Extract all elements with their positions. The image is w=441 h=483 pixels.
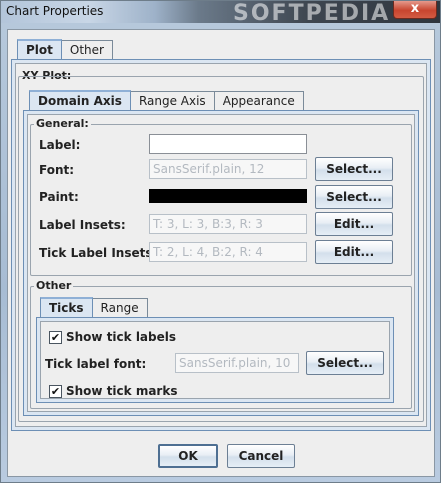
ok-button[interactable]: OK (158, 444, 218, 468)
font-label: Font: (39, 163, 75, 177)
window-title: Chart Properties (6, 4, 104, 18)
dialog-window: Chart Properties SOFTPEDIA x Plot Other … (0, 0, 441, 483)
other-legend: Other (34, 279, 74, 292)
axis-tab-row: Domain Axis Range Axis Appearance (29, 90, 304, 110)
ticks-panel-inner: ✔ Show tick labels Tick label font: Sans… (40, 321, 390, 399)
show-tick-marks-label: Show tick marks (66, 384, 178, 398)
tick-label-insets-field: T: 2, L: 4, B:2, R: 4 (149, 242, 307, 262)
tab-range-axis[interactable]: Range Axis (129, 91, 215, 110)
font-select-button[interactable]: Select... (315, 157, 393, 181)
domain-axis-panel-inner: General: Label: Font: SansSerif.plain, 1… (27, 114, 415, 412)
label-input[interactable] (149, 134, 307, 154)
top-tab-row: Plot Other (17, 39, 113, 59)
paint-swatch (149, 189, 307, 203)
tab-other[interactable]: Other (60, 40, 113, 59)
plot-tab-panel: XY Plot: Domain Axis Range Axis Appearan… (11, 59, 431, 431)
show-tick-labels-checkbox[interactable]: ✔ (49, 331, 62, 344)
font-field: SansSerif.plain, 12 (149, 159, 307, 179)
label-insets-edit-button[interactable]: Edit... (315, 212, 393, 236)
tick-label-font-select-button[interactable]: Select... (306, 351, 384, 375)
paint-label: Paint: (39, 190, 79, 204)
tab-appearance[interactable]: Appearance (213, 91, 304, 110)
general-legend: General: (34, 117, 91, 130)
label-label: Label: (39, 138, 81, 152)
close-button[interactable]: x (393, 1, 437, 19)
watermark: SOFTPEDIA (233, 1, 391, 26)
ticks-panel: ✔ Show tick labels Tick label font: Sans… (36, 317, 394, 403)
tab-plot[interactable]: Plot (17, 39, 62, 59)
cancel-button[interactable]: Cancel (227, 444, 295, 468)
tab-ticks[interactable]: Ticks (40, 297, 93, 317)
other-tab-row: Ticks Range (40, 297, 148, 317)
tick-label-font-field: SansSerif.plain, 10 (175, 353, 299, 373)
plot-panel-inner: XY Plot: Domain Axis Range Axis Appearan… (15, 63, 427, 427)
tab-domain-axis[interactable]: Domain Axis (29, 90, 131, 110)
label-insets-label: Label Insets: (39, 218, 126, 232)
paint-select-button[interactable]: Select... (315, 185, 393, 209)
tick-label-insets-label: Tick Label Insets: (39, 246, 158, 260)
tick-label-insets-edit-button[interactable]: Edit... (315, 240, 393, 264)
label-insets-field: T: 3, L: 3, B:3, R: 3 (149, 214, 307, 234)
tab-range[interactable]: Range (91, 298, 148, 317)
show-tick-labels-label: Show tick labels (66, 330, 177, 344)
domain-axis-panel: General: Label: Font: SansSerif.plain, 1… (23, 110, 419, 416)
dialog-content: Plot Other XY Plot: Domain Axis Range Ax… (7, 29, 435, 477)
show-tick-marks-checkbox[interactable]: ✔ (49, 385, 62, 398)
tick-label-font-label: Tick label font: (45, 357, 147, 371)
title-bar[interactable]: Chart Properties SOFTPEDIA x (1, 1, 440, 26)
